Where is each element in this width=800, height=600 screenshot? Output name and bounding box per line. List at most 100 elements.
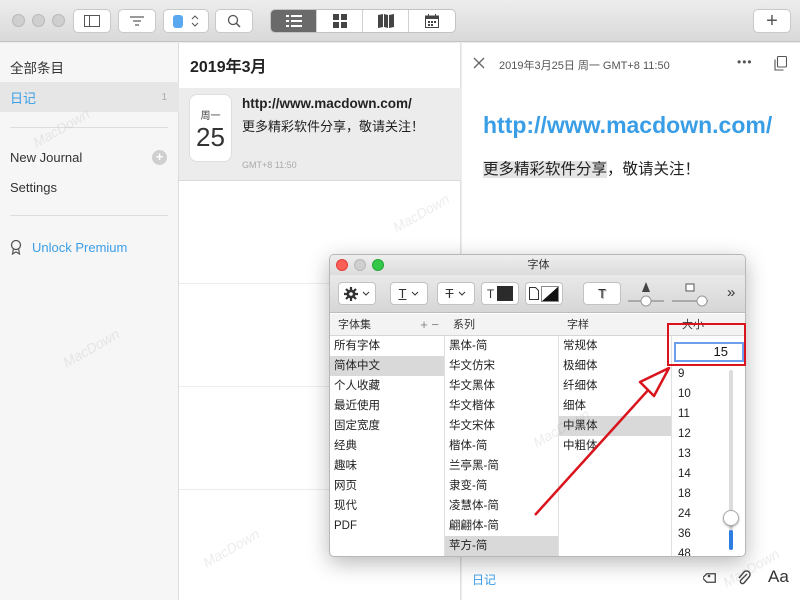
document-color-swatch [541, 285, 559, 302]
size-item[interactable]: 11 [674, 404, 724, 424]
typeface-item[interactable]: 极细体 [559, 356, 671, 376]
tag-icon[interactable] [703, 570, 719, 586]
entry-title: http://www.macdown.com/ [242, 96, 412, 111]
font-panel-title: 字体 [330, 255, 745, 275]
search-button[interactable] [215, 9, 253, 33]
shadow-opacity-slider[interactable] [628, 282, 664, 308]
size-item[interactable]: 48 [674, 544, 724, 556]
family-item[interactable]: 黑体-简 [445, 336, 558, 356]
column-header-collection: 字体集 + − [330, 314, 445, 336]
sidebar-item-journal[interactable]: 日记 1 [0, 82, 179, 112]
font-panel-zoom-button[interactable] [372, 259, 384, 271]
grid-icon [332, 14, 347, 28]
size-item[interactable]: 24 [674, 504, 724, 524]
family-item[interactable]: 翩翩体-简 [445, 516, 558, 536]
collection-item[interactable]: 固定宽度 [330, 416, 444, 436]
document-color-button[interactable] [525, 282, 563, 305]
typeface-item[interactable]: 常规体 [559, 336, 671, 356]
typeface-item[interactable]: 中黑体 [559, 416, 671, 436]
text-shadow-button[interactable]: T [583, 282, 621, 305]
family-item[interactable]: 华文仿宋 [445, 356, 558, 376]
filter-button[interactable] [118, 9, 156, 33]
column-header-family: 系列 [445, 314, 559, 336]
collection-item[interactable]: 所有字体 [330, 336, 444, 356]
list-item[interactable]: 周一 25 http://www.macdown.com/ 更多精彩软件分享，敬… [179, 88, 461, 181]
sidebar-item-unlock-premium[interactable]: Unlock Premium [0, 232, 179, 262]
entry-link[interactable]: http://www.macdown.com/ [483, 112, 772, 139]
sidebar-item-label: Unlock Premium [32, 239, 128, 255]
minimize-window-button[interactable] [32, 14, 45, 27]
map-view-button[interactable] [363, 10, 409, 32]
entry-datetime: 2019年3月25日 周一 GMT+8 11:50 [499, 60, 670, 72]
collection-add-remove-buttons[interactable]: + − [420, 314, 439, 336]
add-entry-button[interactable]: + [753, 9, 791, 33]
family-item[interactable]: 华文黑体 [445, 376, 558, 396]
family-item[interactable]: 楷体-简 [445, 436, 558, 456]
sidebar-item-label: New Journal [10, 149, 83, 165]
family-item[interactable]: 兰亭黑-简 [445, 456, 558, 476]
more-options-button[interactable]: ••• [737, 55, 753, 69]
family-item[interactable]: 华文宋体 [445, 416, 558, 436]
close-icon[interactable] [473, 57, 485, 69]
family-item[interactable]: 华文楷体 [445, 396, 558, 416]
sidebar-item-settings[interactable]: Settings [0, 172, 179, 202]
sidebar-item-all-entries[interactable]: 全部条目 [0, 52, 179, 82]
collection-item[interactable]: 最近使用 [330, 396, 444, 416]
typeface-item[interactable]: 纤细体 [559, 376, 671, 396]
window-toolbar: + [0, 0, 800, 42]
font-panel-close-button[interactable] [336, 259, 348, 271]
shadow-blur-icon [672, 283, 708, 307]
toggle-sidebar-button[interactable] [73, 9, 111, 33]
grid-view-button[interactable] [317, 10, 363, 32]
size-item[interactable]: 14 [674, 464, 724, 484]
close-window-button[interactable] [12, 14, 25, 27]
copy-icon[interactable] [774, 56, 787, 71]
list-view-button[interactable] [271, 10, 317, 32]
journal-tag[interactable]: 日记 [472, 571, 496, 588]
size-item[interactable]: 12 [674, 424, 724, 444]
chevron-down-icon [459, 291, 466, 296]
collection-item[interactable]: 网页 [330, 476, 444, 496]
size-slider-knob[interactable] [723, 510, 739, 526]
collection-item[interactable]: 趣味 [330, 456, 444, 476]
size-item[interactable]: 13 [674, 444, 724, 464]
font-button[interactable]: Aa [768, 567, 789, 587]
sidebar-item-new-journal[interactable]: New Journal + [0, 142, 179, 172]
text-shadow-icon: T [598, 286, 606, 301]
zoom-window-button[interactable] [52, 14, 65, 27]
typeface-item[interactable]: 细体 [559, 396, 671, 416]
size-item[interactable]: 9 [674, 364, 724, 384]
collection-item[interactable]: 个人收藏 [330, 376, 444, 396]
collection-item[interactable]: 经典 [330, 436, 444, 456]
calendar-view-button[interactable] [409, 10, 455, 32]
premium-badge-icon [10, 239, 22, 255]
family-item[interactable]: 苹方-简 [445, 536, 558, 556]
collection-list: 所有字体 简体中文 个人收藏 最近使用 固定宽度 经典 趣味 网页 现代 PDF [330, 336, 445, 556]
add-journal-icon[interactable]: + [152, 149, 167, 165]
family-item[interactable]: 隶变-简 [445, 476, 558, 496]
journal-color-selector[interactable] [163, 9, 209, 33]
collection-item[interactable]: 简体中文 [330, 356, 444, 376]
collection-item[interactable]: PDF [330, 516, 444, 536]
strikethrough-icon: T [445, 286, 454, 301]
size-item[interactable]: 18 [674, 484, 724, 504]
sidebar: 全部条目 日记 1 New Journal + Settings Unlock … [0, 43, 179, 600]
attachment-icon[interactable] [737, 569, 751, 587]
font-panel: 字体 T T T T » 字体集 + − 系列 字样 大小 所有字体 简体中文 … [329, 254, 746, 557]
collection-item[interactable]: 现代 [330, 496, 444, 516]
strikethrough-button[interactable]: T [437, 282, 475, 305]
size-item[interactable]: 36 [674, 524, 724, 544]
underline-button[interactable]: T [390, 282, 428, 305]
shadow-blur-slider[interactable] [672, 282, 708, 308]
underline-icon: T [398, 286, 407, 301]
family-item[interactable]: 凌慧体-简 [445, 496, 558, 516]
typeface-item[interactable]: 中粗体 [559, 436, 671, 456]
text-color-icon: T [486, 286, 495, 301]
size-slider-track[interactable] [723, 370, 739, 550]
entry-date-box: 周一 25 [189, 94, 232, 162]
font-actions-button[interactable] [338, 282, 376, 305]
toolbar-overflow-button[interactable]: » [727, 284, 735, 301]
font-panel-minimize-button[interactable] [354, 259, 366, 271]
size-item[interactable]: 10 [674, 384, 724, 404]
text-color-button[interactable]: T [481, 282, 519, 305]
